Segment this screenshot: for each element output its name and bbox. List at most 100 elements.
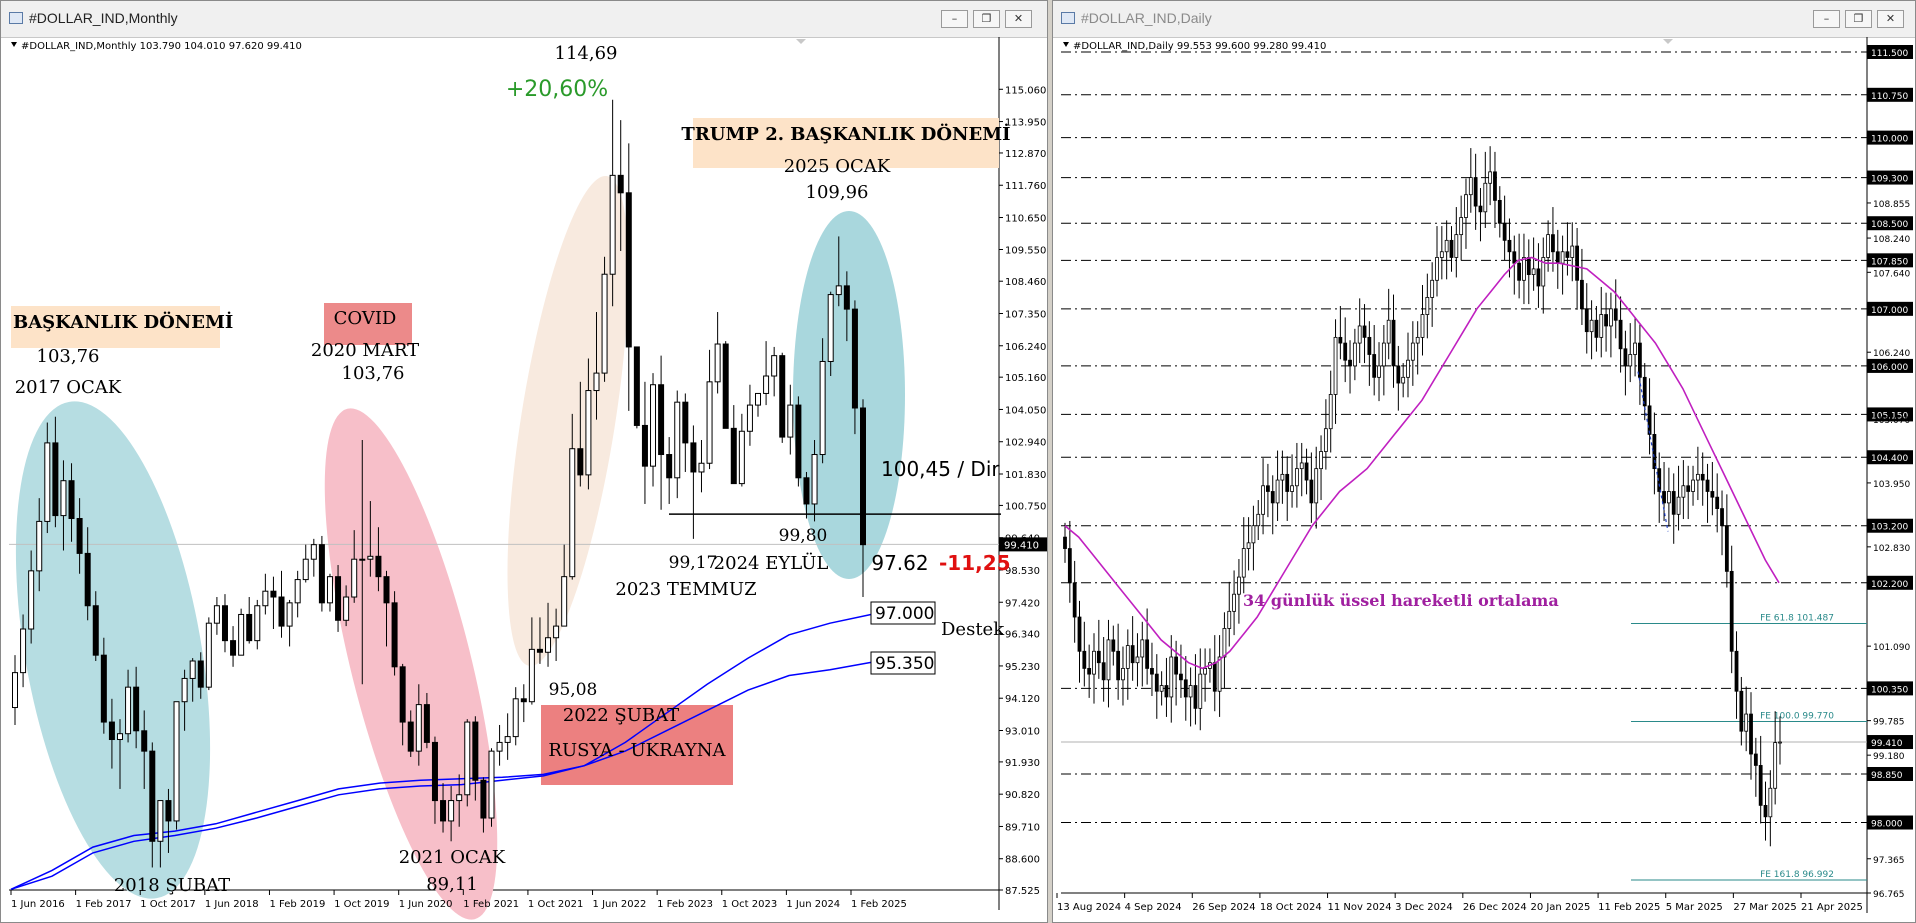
candle [722,341,729,429]
candle-body [553,625,560,639]
y-tick-label: 110.750 [1871,92,1908,102]
candle-body [68,480,75,520]
candle-body [1101,662,1106,681]
candle [1343,317,1348,383]
candle-body [399,666,406,723]
candle [1676,465,1681,531]
candle-body [1671,491,1676,515]
candle-body [359,558,366,561]
candle [1517,233,1522,299]
chart-annotation: Destek [941,619,1005,640]
candle-body [528,648,535,703]
candle [1778,716,1782,765]
candle-body [1386,319,1391,344]
y-tick-label: 102.200 [1871,580,1908,590]
candle [682,393,689,472]
candle-body [1415,336,1420,344]
x-tick-label: 1 Jun 2020 [399,899,453,910]
candle-body [415,704,422,752]
x-tick-label: 27 Mar 2025 [1733,902,1796,913]
candle [1763,781,1768,841]
candle-body [1357,325,1362,344]
candle-body [1188,685,1193,698]
y-tick-label: 108.240 [1873,235,1910,245]
candle [1671,473,1676,544]
y-tick-label: 93.010 [1005,726,1040,737]
candle-body [1372,354,1377,378]
daily-candlestick-chart[interactable]: #DOLLAR_IND,Daily 99.553 99.600 99.280 9… [1053,1,1915,922]
candle-body [625,192,632,348]
y-tick-label: 87.525 [1005,886,1040,897]
candle [1662,461,1666,521]
candle-body [1666,491,1671,504]
candle [1686,465,1691,520]
candle-body [1526,257,1531,275]
candle [302,544,309,583]
candle-body [213,605,220,624]
candle [1130,616,1135,681]
candle-body [318,544,325,604]
candle [1652,412,1657,495]
price-level-label: 97.000 [875,604,934,624]
chart-annotation: 2023 TEMMUZ [615,579,756,600]
candle [1077,600,1082,683]
candle [310,538,317,577]
candle-body [1377,365,1381,378]
chart-annotation: RUSYA - UKRAYNA [548,740,726,761]
monthly-candlestick-chart[interactable]: #DOLLAR_IND,Monthly 103.790 104.010 97.6… [1,1,1047,922]
candle-body [1280,473,1285,481]
candle [286,599,293,647]
candle-body [1174,656,1179,675]
candle-body [1145,639,1150,669]
candle-body [1536,268,1541,287]
candle-body [1647,405,1652,435]
candle-body [1483,182,1488,213]
candle [1522,233,1526,305]
candle-body [149,750,156,842]
candle-body [116,733,123,741]
candle [496,724,503,766]
chart-annotation: 103,76 [37,346,100,367]
candle-body [1067,548,1072,584]
candle [1729,545,1734,674]
x-tick-label: 18 Oct 2024 [1260,902,1322,913]
candle-body [1410,342,1415,361]
candle-body [1222,628,1227,658]
candle-body [1531,268,1536,275]
candle [238,608,245,656]
candle [1705,463,1710,523]
x-tick-label: 1 Jun 2018 [205,899,259,910]
y-tick-label: 99.180 [1873,752,1905,762]
x-tick-label: 1 Jun 2022 [593,899,647,910]
x-tick-label: 1 Feb 2021 [463,899,519,910]
x-tick-label: 1 Feb 2017 [76,899,132,910]
candle-body [1406,359,1410,378]
y-tick-label: 113.950 [1005,118,1046,129]
candle [1198,648,1203,731]
candle [213,597,220,635]
candle-body [1227,610,1232,629]
x-tick-label: 1 Jun 2016 [11,899,65,910]
candle-body [1212,662,1217,692]
candle-body [569,448,576,578]
candle [1386,288,1391,360]
candle [771,346,778,397]
y-tick-label: 90.820 [1005,790,1040,801]
candle-body [1203,668,1208,675]
y-tick-label: 94.120 [1005,694,1040,705]
candle [1739,676,1744,746]
candle [1753,737,1758,797]
monthly-info-line: #DOLLAR_IND,Monthly 103.790 104.010 97.6… [21,41,302,52]
candle-body [1729,570,1734,652]
candle-body [1773,742,1778,789]
candle [1647,378,1652,455]
candle [294,570,301,618]
chart-annotation: 109,96 [806,182,869,203]
candle-body [1348,359,1352,367]
candle-body [1734,650,1739,692]
candle-body [1232,593,1236,612]
x-tick-label: 21 Apr 2025 [1801,902,1863,913]
candle-body [1637,342,1642,378]
candle-body [302,558,309,581]
candle-body [1106,639,1111,681]
